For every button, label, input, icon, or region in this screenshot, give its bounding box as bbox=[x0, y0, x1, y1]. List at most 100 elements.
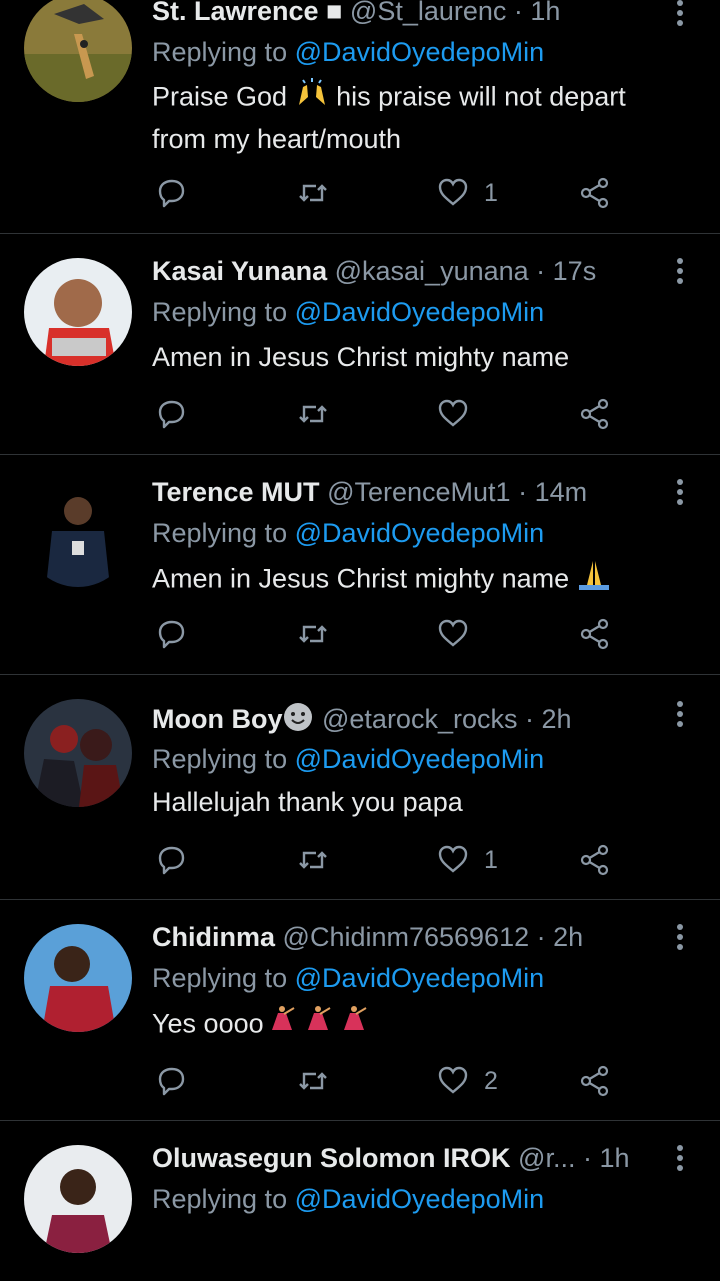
tweet-kasai-yunana[interactable]: Kasai Yunana @kasai_yunana · 17s Replyin… bbox=[0, 234, 720, 455]
tweet-chidinma[interactable]: Chidinma @Chidinm76569612 · 2h Replying … bbox=[0, 900, 720, 1121]
tweet-text-body: Yes oooo bbox=[152, 1008, 264, 1039]
more-options-icon[interactable] bbox=[670, 699, 690, 729]
share-icon[interactable] bbox=[578, 1061, 612, 1101]
display-name[interactable]: Oluwasegun Solomon IROK bbox=[152, 1143, 511, 1173]
like-count: 1 bbox=[484, 178, 498, 207]
more-options-icon[interactable] bbox=[670, 922, 690, 952]
action-bar: 1 bbox=[152, 173, 632, 213]
tweet-terence-mut[interactable]: Terence MUT @TerenceMut1 · 14m Replying … bbox=[0, 455, 720, 675]
replying-to-label: Replying to bbox=[152, 518, 288, 548]
mention-link[interactable]: @DavidOyedepoMin bbox=[295, 744, 545, 774]
retweet-icon[interactable] bbox=[296, 614, 330, 654]
replying-to-label: Replying to bbox=[152, 963, 288, 993]
heart-icon bbox=[438, 845, 468, 873]
handle[interactable]: @r... bbox=[518, 1143, 575, 1173]
retweet-icon[interactable] bbox=[296, 394, 330, 434]
mention-link[interactable]: @DavidOyedepoMin bbox=[295, 963, 545, 993]
tweet-text-line2: from my heart/mouth bbox=[152, 124, 402, 154]
replying-to: Replying to @DavidOyedepoMin bbox=[152, 1182, 544, 1216]
timestamp[interactable]: · 1h bbox=[583, 1143, 630, 1173]
handle[interactable]: @TerenceMut1 bbox=[327, 477, 511, 507]
display-name[interactable]: St. Lawrence bbox=[152, 0, 319, 26]
reply-icon[interactable] bbox=[154, 173, 188, 213]
more-options-icon[interactable] bbox=[670, 477, 690, 507]
mention-link[interactable]: @DavidOyedepoMin bbox=[295, 37, 545, 67]
handle[interactable]: @St_laurenc bbox=[350, 0, 507, 26]
tweet-header: Terence MUT @TerenceMut1 · 14m bbox=[152, 475, 660, 509]
replying-to: Replying to @DavidOyedepoMin bbox=[152, 742, 544, 776]
heart-icon bbox=[438, 178, 468, 206]
tweet-moon-boy[interactable]: Moon Boy @etarock_rocks · 2h Replying to… bbox=[0, 675, 720, 900]
more-options-icon[interactable] bbox=[670, 1143, 690, 1173]
action-bar: 2 bbox=[152, 1061, 632, 1101]
avatar[interactable] bbox=[24, 479, 132, 587]
mention-link[interactable]: @DavidOyedepoMin bbox=[295, 518, 545, 548]
replying-to: Replying to @DavidOyedepoMin bbox=[152, 961, 544, 995]
replying-to-label: Replying to bbox=[152, 744, 288, 774]
display-name[interactable]: Terence MUT bbox=[152, 477, 320, 507]
replying-to: Replying to @DavidOyedepoMin bbox=[152, 516, 544, 550]
avatar-image bbox=[24, 0, 132, 102]
tweet-text-body: Amen in Jesus Christ mighty name bbox=[152, 563, 570, 594]
dancer-icon bbox=[264, 1004, 372, 1047]
raising-hands-icon bbox=[295, 77, 329, 120]
share-icon[interactable] bbox=[578, 173, 612, 213]
tweet-header: Chidinma @Chidinm76569612 · 2h bbox=[152, 920, 660, 954]
timestamp[interactable]: · 14m bbox=[518, 477, 587, 507]
share-icon[interactable] bbox=[578, 840, 612, 880]
timestamp[interactable]: · 2h bbox=[525, 704, 572, 734]
avatar[interactable] bbox=[24, 924, 132, 1032]
timestamp[interactable]: · 2h bbox=[537, 922, 584, 952]
avatar[interactable] bbox=[24, 258, 132, 366]
like-button[interactable]: 2 bbox=[436, 1061, 498, 1101]
avatar[interactable] bbox=[24, 0, 132, 102]
replying-to-label: Replying to bbox=[152, 37, 288, 67]
action-bar bbox=[152, 614, 632, 654]
heart-icon bbox=[438, 399, 468, 427]
display-name[interactable]: Kasai Yunana bbox=[152, 256, 327, 286]
share-icon[interactable] bbox=[578, 394, 612, 434]
action-bar: 1 bbox=[152, 840, 632, 880]
mention-link[interactable]: @DavidOyedepoMin bbox=[295, 297, 545, 327]
handle[interactable]: @etarock_rocks bbox=[322, 704, 517, 734]
tweet-header: Oluwasegun Solomon IROK @r... · 1h bbox=[152, 1141, 660, 1175]
display-name[interactable]: Chidinma bbox=[152, 922, 275, 952]
smiley-face-icon bbox=[282, 701, 314, 735]
like-button[interactable] bbox=[436, 614, 484, 654]
replying-to: Replying to @DavidOyedepoMin bbox=[152, 35, 544, 69]
mention-link[interactable]: @DavidOyedepoMin bbox=[295, 1184, 545, 1214]
reply-icon[interactable] bbox=[154, 840, 188, 880]
avatar-image bbox=[24, 699, 132, 807]
handle[interactable]: @kasai_yunana bbox=[335, 256, 529, 286]
avatar-image bbox=[24, 924, 132, 1032]
like-button[interactable]: 1 bbox=[436, 840, 498, 880]
handle[interactable]: @Chidinm76569612 bbox=[283, 922, 530, 952]
tweet-text: Praise God his praise will not depart fr… bbox=[152, 77, 692, 159]
reply-icon[interactable] bbox=[154, 394, 188, 434]
retweet-icon[interactable] bbox=[296, 840, 330, 880]
replying-to: Replying to @DavidOyedepoMin bbox=[152, 295, 544, 329]
timestamp[interactable]: · 17s bbox=[536, 256, 596, 286]
tweet-text-line1-rest: his praise will not depart bbox=[336, 81, 626, 112]
retweet-icon[interactable] bbox=[296, 173, 330, 213]
avatar[interactable] bbox=[24, 699, 132, 807]
like-button[interactable]: 1 bbox=[436, 173, 498, 213]
badge-square: ■ bbox=[326, 0, 343, 26]
avatar-image bbox=[24, 258, 132, 366]
tweet-oluwasegun[interactable]: Oluwasegun Solomon IROK @r... · 1h Reply… bbox=[0, 1121, 720, 1281]
more-options-icon[interactable] bbox=[670, 0, 690, 28]
reply-icon[interactable] bbox=[154, 614, 188, 654]
share-icon[interactable] bbox=[578, 614, 612, 654]
more-options-icon[interactable] bbox=[670, 256, 690, 286]
tweet-header: St. Lawrence ■ @St_laurenc · 1h bbox=[152, 0, 660, 28]
retweet-icon[interactable] bbox=[296, 1061, 330, 1101]
reply-icon[interactable] bbox=[154, 1061, 188, 1101]
like-button[interactable] bbox=[436, 394, 484, 434]
display-name[interactable]: Moon Boy bbox=[152, 704, 282, 734]
tweet-text: Hallelujah thank you papa bbox=[152, 787, 463, 817]
tweet-st-lawrence[interactable]: St. Lawrence ■ @St_laurenc · 1h Replying… bbox=[0, 0, 720, 234]
timestamp[interactable]: · 1h bbox=[514, 0, 561, 26]
like-count: 1 bbox=[484, 845, 498, 874]
tweet-text: Amen in Jesus Christ mighty name bbox=[152, 342, 570, 372]
replying-to-label: Replying to bbox=[152, 1184, 288, 1214]
